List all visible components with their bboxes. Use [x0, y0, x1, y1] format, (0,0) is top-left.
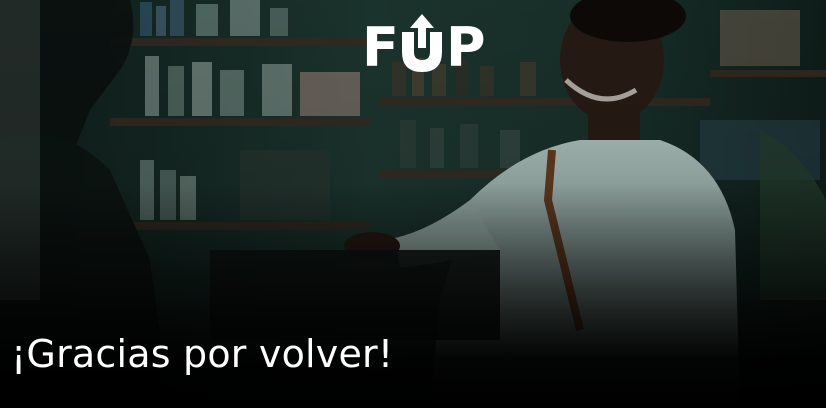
brand-logo: F P: [362, 14, 486, 72]
logo-letter-f: F: [362, 16, 399, 72]
welcome-back-screen: F P ¡Gracias por volver!: [0, 0, 826, 408]
logo-letter-p: P: [446, 16, 486, 72]
up-arrow-u-icon: [402, 14, 442, 72]
welcome-title: ¡Gracias por volver!: [11, 332, 394, 376]
